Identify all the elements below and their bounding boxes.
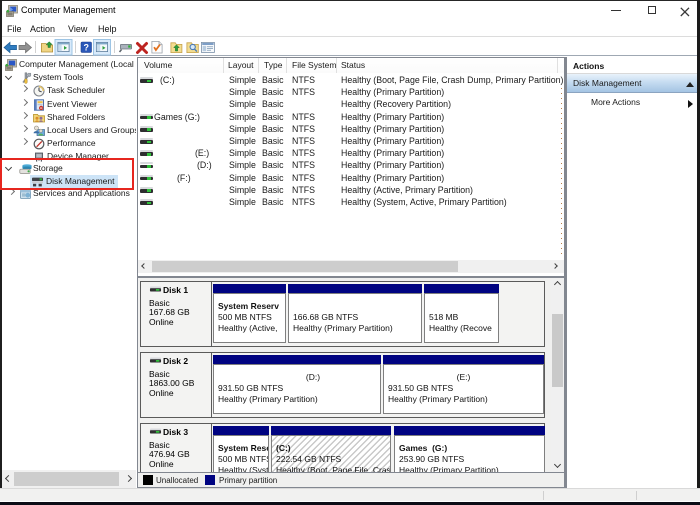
svg-text:?: ? bbox=[84, 43, 90, 53]
